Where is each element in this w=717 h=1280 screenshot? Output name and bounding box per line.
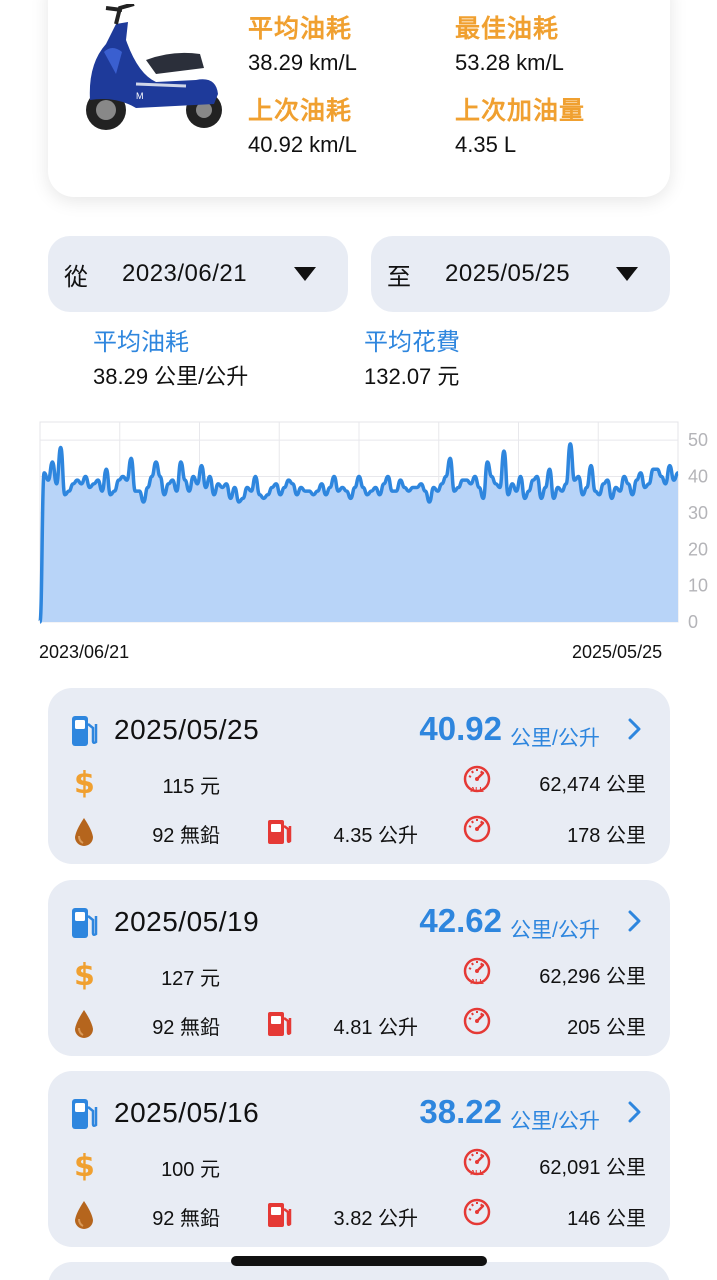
period-avg-eff-value: 38.29 公里/公升 <box>93 364 249 389</box>
trip-gauge-icon <box>462 814 492 844</box>
avg-eff-value: 38.29 km/L <box>248 50 357 75</box>
record-efficiency-unit: 公里/公升 <box>510 1110 600 1133</box>
chart-y-tick-label: 20 <box>688 539 708 559</box>
chart-y-tick-label: 50 <box>688 430 708 450</box>
efficiency-chart[interactable]: 50 40 30 20 10 0 <box>38 420 717 670</box>
fuel-can-icon <box>266 1008 292 1038</box>
period-avg-cost-label: 平均花費 <box>364 329 460 356</box>
last-fill-value: 4.35 L <box>455 132 517 157</box>
record-volume: 3.82 公升 <box>333 1208 418 1230</box>
chart-y-tick-label: 0 <box>688 612 698 632</box>
fuel-pump-icon <box>70 906 98 940</box>
record-efficiency: 40.92 <box>419 710 502 747</box>
best-eff-value: 53.28 km/L <box>455 50 564 75</box>
record-price: 127 元 <box>161 968 220 990</box>
from-date-picker[interactable]: 從 2023/06/21 <box>48 236 348 312</box>
chevron-down-icon <box>616 267 638 281</box>
record-odometer: 62,296 公里 <box>539 966 646 988</box>
record-efficiency: 42.62 <box>419 902 502 939</box>
from-date: 2023/06/21 <box>122 260 248 287</box>
scooter-image: M <box>86 4 222 130</box>
last-fill-label: 上次加油量 <box>455 97 586 125</box>
record-price: 100 元 <box>161 1159 220 1181</box>
fuel-pump-icon <box>70 714 98 748</box>
record-distance: 205 公里 <box>567 1017 646 1039</box>
chevron-right-icon[interactable] <box>628 910 642 932</box>
chevron-right-icon[interactable] <box>628 718 642 740</box>
odometer-all-icon: ALL <box>462 956 492 986</box>
record-fuel-grade: 92 無鉛 <box>152 1208 220 1230</box>
last-eff-label: 上次油耗 <box>248 97 353 125</box>
odometer-all-icon: ALL <box>462 764 492 794</box>
record-date: 2025/05/25 <box>114 714 260 745</box>
record-date: 2025/05/16 <box>114 1097 260 1128</box>
record-volume: 4.35 公升 <box>333 825 418 847</box>
to-prefix: 至 <box>387 263 411 291</box>
record-efficiency: 38.22 <box>419 1093 502 1130</box>
home-indicator[interactable] <box>231 1256 487 1266</box>
trip-gauge-icon <box>462 1197 492 1227</box>
from-prefix: 從 <box>64 263 88 291</box>
vehicle-summary-card[interactable]: M 平均油耗 38.29 km/L 最佳油耗 53.28 km/L 上次油耗 4… <box>48 0 670 197</box>
period-avg-eff-label: 平均油耗 <box>93 329 189 356</box>
best-eff-label: 最佳油耗 <box>455 15 560 43</box>
record-date: 2025/05/19 <box>114 906 260 937</box>
oil-drop-icon <box>72 1008 96 1040</box>
record-odometer: 62,474 公里 <box>539 774 646 796</box>
efficiency-chart-svg: 50 40 30 20 10 0 <box>38 421 708 632</box>
record-efficiency-unit: 公里/公升 <box>510 919 600 942</box>
chart-y-tick-label: 40 <box>688 467 708 487</box>
fuel-can-icon <box>266 1199 292 1229</box>
svg-text:M: M <box>136 91 144 101</box>
dollar-icon: $ <box>74 766 95 801</box>
record-distance: 146 公里 <box>567 1208 646 1230</box>
avg-eff-label: 平均油耗 <box>248 15 353 43</box>
odometer-all-icon: ALL <box>462 1147 492 1177</box>
fuel-record-card[interactable]: 2025/05/16 38.22 公里/公升 $100 元 ALL 62,091 公里 92… <box>48 1071 670 1247</box>
chart-y-tick-label: 30 <box>688 503 708 523</box>
chart-y-tick-label: 10 <box>688 576 708 596</box>
chart-start-date: 2023/06/21 <box>39 642 130 662</box>
chevron-down-icon <box>294 267 316 281</box>
oil-drop-icon <box>72 816 96 848</box>
period-avg-cost-value: 132.07 元 <box>364 364 460 389</box>
record-fuel-grade: 92 無鉛 <box>152 1017 220 1039</box>
fuel-can-icon <box>266 816 292 846</box>
to-date: 2025/05/25 <box>445 260 571 287</box>
chevron-right-icon[interactable] <box>628 1101 642 1123</box>
to-date-picker[interactable]: 至 2025/05/25 <box>371 236 670 312</box>
svg-text:ALL: ALL <box>470 979 484 986</box>
oil-drop-icon <box>72 1199 96 1231</box>
svg-text:ALL: ALL <box>470 1170 484 1177</box>
record-efficiency-unit: 公里/公升 <box>510 727 600 750</box>
fuel-record-card[interactable]: 2025/05/25 40.92 公里/公升 $115 元 ALL 62,474 公里 92… <box>48 688 670 864</box>
fuel-record-card[interactable]: 2025/05/19 42.62 公里/公升 $127 元 ALL 62,296 公里 92… <box>48 880 670 1056</box>
trip-gauge-icon <box>462 1006 492 1036</box>
fuel-pump-icon <box>70 1097 98 1131</box>
last-eff-value: 40.92 km/L <box>248 132 357 157</box>
dollar-icon: $ <box>74 958 95 993</box>
dollar-icon: $ <box>74 1149 95 1184</box>
record-fuel-grade: 92 無鉛 <box>152 825 220 847</box>
svg-text:ALL: ALL <box>470 787 484 794</box>
chart-end-date: 2025/05/25 <box>572 642 663 662</box>
record-volume: 4.81 公升 <box>333 1017 418 1039</box>
record-distance: 178 公里 <box>567 825 646 847</box>
record-odometer: 62,091 公里 <box>539 1157 646 1179</box>
record-price: 115 元 <box>162 776 220 798</box>
